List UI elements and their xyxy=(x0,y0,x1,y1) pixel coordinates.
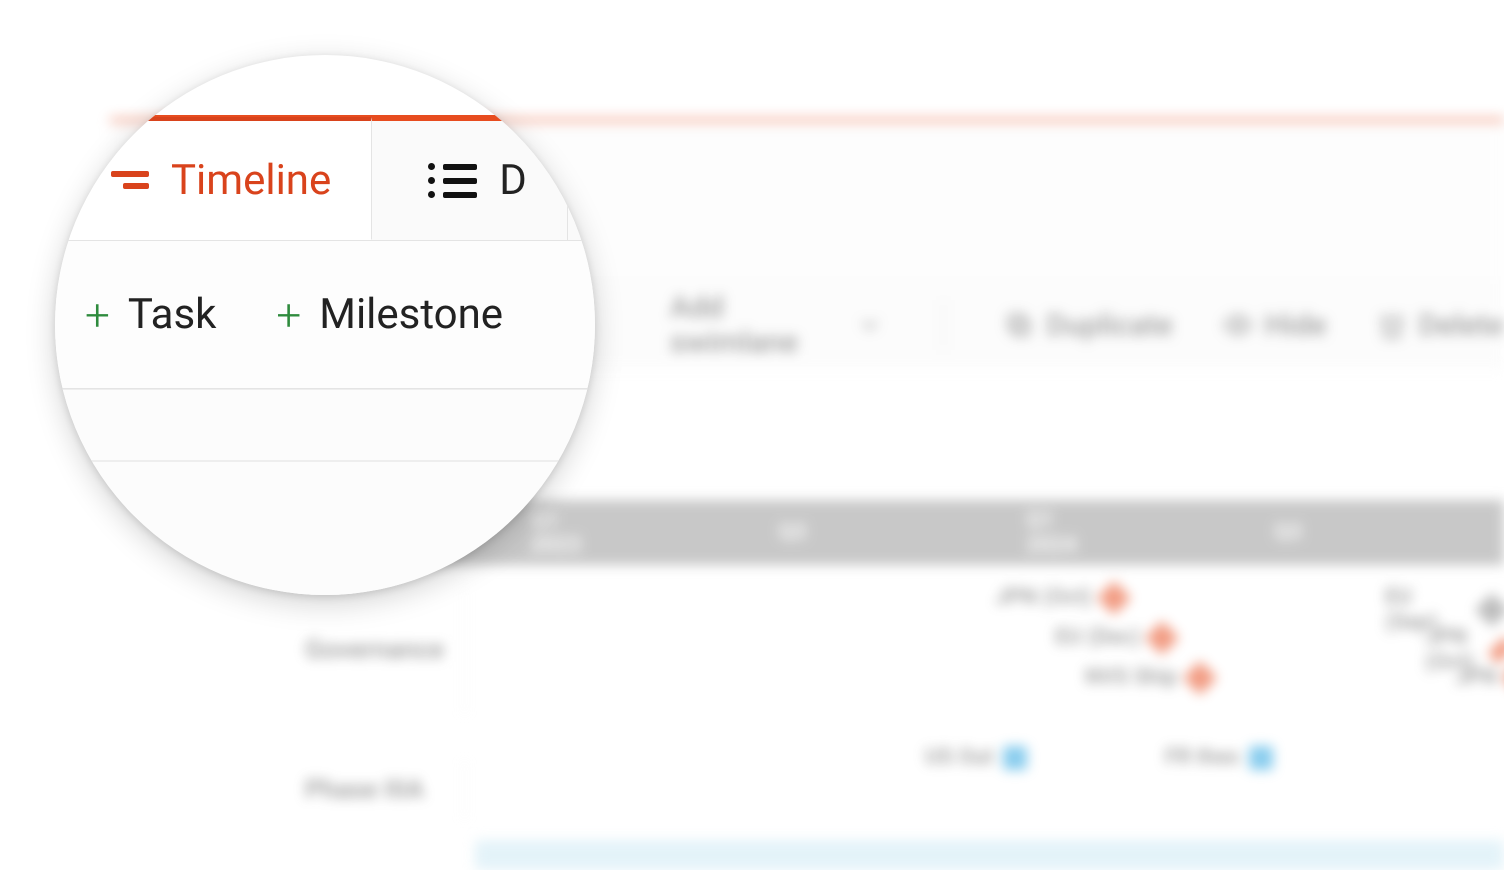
add-milestone-button[interactable]: + Milestone xyxy=(276,290,503,339)
hide-button[interactable]: Hide xyxy=(1223,308,1327,343)
tab-timeline[interactable]: Timeline xyxy=(55,117,372,240)
add-task-button[interactable]: + Task xyxy=(85,290,216,339)
milestone-nvs-ship[interactable]: NVS Ship xyxy=(1085,665,1212,690)
tab-details-label: D xyxy=(499,156,527,205)
milestone-us-out[interactable]: US Out xyxy=(925,745,1027,770)
add-actions-row: + Task + Milestone xyxy=(55,241,595,389)
magnifier-lens: Timeline D + Task + Milestone xyxy=(55,55,595,595)
swimlane-label-phase: Phase IIIA xyxy=(265,760,465,820)
add-swimlane-button[interactable]: Add swimlane xyxy=(670,290,883,360)
milestone-jpn-oct-1[interactable]: JPN (Oct) xyxy=(995,585,1126,610)
phase-bar[interactable] xyxy=(475,840,1504,870)
milestone-jpn[interactable]: JPN xyxy=(1455,665,1504,690)
swimlane-label-governance: Governance xyxy=(265,585,465,715)
delete-button[interactable]: Delete xyxy=(1377,308,1504,343)
duplicate-button[interactable]: Duplicate xyxy=(1004,308,1172,343)
tab-timeline-label: Timeline xyxy=(171,156,331,205)
tab-details[interactable]: D xyxy=(372,121,568,240)
eye-icon xyxy=(1223,310,1253,340)
plus-icon: + xyxy=(276,293,301,337)
view-tabs: Timeline D xyxy=(55,121,595,241)
lens-lower-area xyxy=(55,389,595,595)
duplicate-icon xyxy=(1004,310,1034,340)
add-task-label: Task xyxy=(128,290,217,339)
plus-icon: + xyxy=(85,293,110,337)
add-milestone-label: Milestone xyxy=(319,290,503,339)
list-icon xyxy=(428,163,477,198)
chevron-down-icon xyxy=(856,310,884,340)
trash-icon xyxy=(1377,310,1407,340)
milestone-eu-dec[interactable]: EU (Dec) xyxy=(1055,625,1174,650)
milestone-fr-thes[interactable]: FR thes xyxy=(1165,745,1273,770)
timeline-icon xyxy=(111,171,149,189)
